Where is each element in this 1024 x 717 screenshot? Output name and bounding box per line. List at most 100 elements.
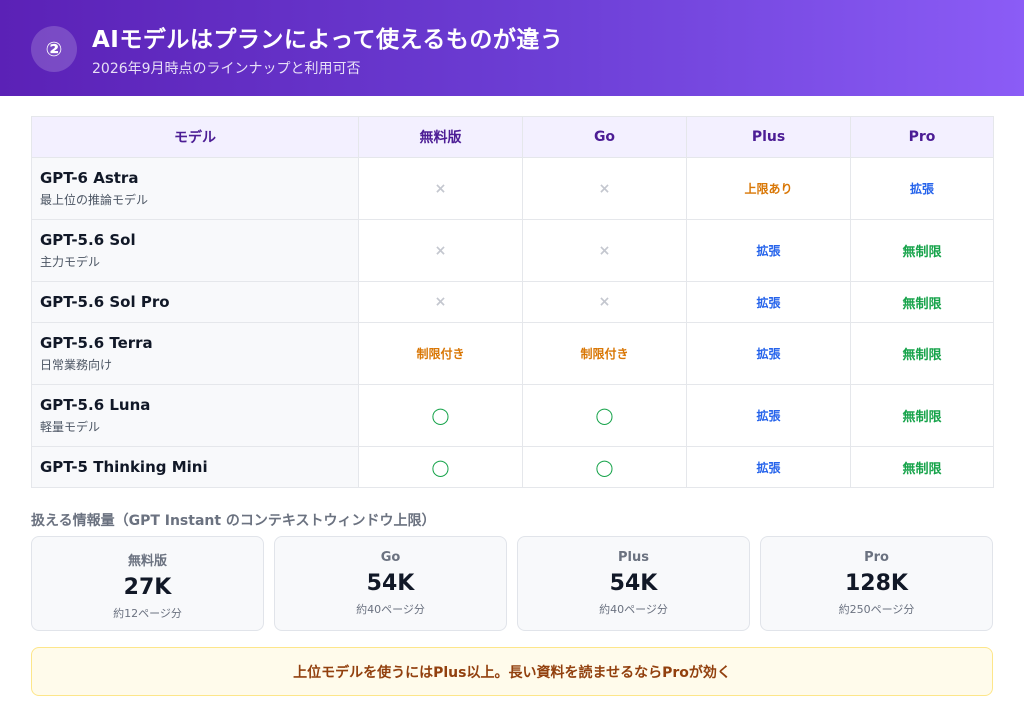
table-row: GPT-5.6 Luna 軽量モデル ◯ ◯ 拡張 無制限 <box>31 384 994 447</box>
context-window-section-label: 扱える情報量（GPT Instant のコンテキストウィンドウ上限） <box>31 513 436 529</box>
card-plan-name: 無料版 <box>127 554 167 569</box>
status-available-icon: ◯ <box>431 457 450 477</box>
column-header-free: 無料版 <box>358 116 523 158</box>
model-name: GPT-5.6 Luna <box>40 396 151 414</box>
model-description: 軽量モデル <box>40 420 101 434</box>
card-page-estimate: 約40ページ分 <box>356 603 425 616</box>
page-subtitle: 2026年9月時点のラインナップと利用可否 <box>92 61 361 77</box>
summary-notice: 上位モデルを使うにはPlus以上。長い資料を読ませるならProが効く <box>31 647 993 696</box>
status-extended: 拡張 <box>756 347 781 361</box>
table-header-row: モデル 無料版 Go Plus Pro <box>31 116 994 158</box>
availability-cell-free: ◯ <box>358 446 523 488</box>
status-available-icon: ◯ <box>595 406 614 425</box>
status-extended: 拡張 <box>909 182 934 196</box>
model-cell: GPT-5 Thinking Mini <box>31 446 359 488</box>
status-limited: 制限付き <box>580 347 629 361</box>
context-card-go: Go 54K 約40ページ分 <box>274 536 507 631</box>
availability-cell-pro: 無制限 <box>850 322 994 385</box>
context-card-free: 無料版 27K 約12ページ分 <box>31 536 264 631</box>
model-cell: GPT-5.6 Sol 主力モデル <box>31 219 359 282</box>
availability-cell-go: ◯ <box>522 446 687 488</box>
status-unlimited: 無制限 <box>902 245 942 260</box>
availability-cell-pro: 無制限 <box>850 384 994 447</box>
availability-cell-go: × <box>522 157 687 220</box>
availability-cell-pro: 無制限 <box>850 446 994 488</box>
header-banner: ② AIモデルはプランによって使えるものが違う 2026年9月時点のラインナップ… <box>0 0 1024 96</box>
card-plan-name: Plus <box>618 550 649 565</box>
status-unlimited: 無制限 <box>902 461 942 477</box>
availability-cell-free: × <box>358 157 523 220</box>
availability-cell-go: ◯ <box>522 384 687 447</box>
card-token-value: 27K <box>123 575 172 600</box>
table-row: GPT-5 Thinking Mini ◯ ◯ 拡張 無制限 <box>31 446 994 488</box>
availability-cell-free: 制限付き <box>358 322 523 385</box>
availability-cell-plus: 拡張 <box>686 281 851 323</box>
availability-cell-free: ◯ <box>358 384 523 447</box>
status-unlimited: 無制限 <box>902 410 942 425</box>
model-cell: GPT-5.6 Luna 軽量モデル <box>31 384 359 447</box>
step-number-badge: ② <box>31 26 77 72</box>
status-extended: 拡張 <box>756 409 781 423</box>
status-unavailable: × <box>598 180 611 197</box>
table-row: GPT-5.6 Terra 日常業務向け 制限付き 制限付き 拡張 無制限 <box>31 322 994 385</box>
model-cell: GPT-6 Astra 最上位の推論モデル <box>31 157 359 220</box>
model-name: GPT-5.6 Sol Pro <box>40 293 170 311</box>
context-card-pro: Pro 128K 約250ページ分 <box>760 536 993 631</box>
card-page-estimate: 約40ページ分 <box>599 603 668 616</box>
status-extended: 拡張 <box>756 244 781 258</box>
model-name: GPT-6 Astra <box>40 169 139 187</box>
status-unlimited: 無制限 <box>902 296 942 312</box>
card-token-value: 54K <box>609 571 658 596</box>
card-token-value: 128K <box>845 571 908 596</box>
model-name: GPT-5.6 Sol <box>40 231 136 249</box>
availability-cell-pro: 無制限 <box>850 281 994 323</box>
status-unavailable: × <box>598 242 611 259</box>
availability-cell-free: × <box>358 219 523 282</box>
status-available-icon: ◯ <box>431 406 450 425</box>
model-cell: GPT-5.6 Sol Pro <box>31 281 359 323</box>
availability-cell-pro: 拡張 <box>850 157 994 220</box>
card-token-value: 54K <box>366 571 415 596</box>
column-header-pro: Pro <box>850 116 994 158</box>
context-card-plus: Plus 54K 約40ページ分 <box>517 536 750 631</box>
status-unavailable: × <box>434 242 447 259</box>
availability-cell-plus: 拡張 <box>686 446 851 488</box>
status-available-icon: ◯ <box>595 457 614 477</box>
column-header-model: モデル <box>31 116 359 158</box>
model-description: 主力モデル <box>40 255 101 269</box>
availability-cell-plus: 上限あり <box>686 157 851 220</box>
availability-cell-free: × <box>358 281 523 323</box>
status-unavailable: × <box>434 294 447 310</box>
model-name: GPT-5 Thinking Mini <box>40 458 208 476</box>
model-name: GPT-5.6 Terra <box>40 334 153 352</box>
availability-cell-plus: 拡張 <box>686 322 851 385</box>
model-description: 日常業務向け <box>40 358 113 372</box>
model-cell: GPT-5.6 Terra 日常業務向け <box>31 322 359 385</box>
status-unavailable: × <box>434 180 447 197</box>
column-header-go: Go <box>522 116 687 158</box>
table-row: GPT-6 Astra 最上位の推論モデル × × 上限あり 拡張 <box>31 157 994 220</box>
page-title: AIモデルはプランによって使えるものが違う <box>92 27 564 53</box>
context-window-cards: 無料版 27K 約12ページ分 Go 54K 約40ページ分 Plus 54K … <box>31 536 993 631</box>
table-row: GPT-5.6 Sol 主力モデル × × 拡張 無制限 <box>31 219 994 282</box>
availability-cell-plus: 拡張 <box>686 384 851 447</box>
card-page-estimate: 約250ページ分 <box>838 603 915 616</box>
availability-cell-go: × <box>522 281 687 323</box>
status-extended: 拡張 <box>756 295 781 310</box>
status-limited: 上限あり <box>744 182 793 196</box>
status-limited: 制限付き <box>416 347 465 361</box>
availability-cell-pro: 無制限 <box>850 219 994 282</box>
model-description: 最上位の推論モデル <box>40 193 149 207</box>
availability-cell-go: 制限付き <box>522 322 687 385</box>
card-page-estimate: 約12ページ分 <box>113 607 182 620</box>
card-plan-name: Go <box>380 550 401 565</box>
availability-cell-go: × <box>522 219 687 282</box>
column-header-plus: Plus <box>686 116 851 158</box>
status-unavailable: × <box>598 294 611 310</box>
card-plan-name: Pro <box>864 550 889 565</box>
status-unlimited: 無制限 <box>902 348 942 363</box>
model-availability-table: モデル 無料版 Go Plus Pro GPT-6 Astra 最上位の推論モデ… <box>31 116 994 488</box>
availability-cell-plus: 拡張 <box>686 219 851 282</box>
model-availability-table-container: モデル 無料版 Go Plus Pro GPT-6 Astra 最上位の推論モデ… <box>31 116 994 488</box>
status-extended: 拡張 <box>756 460 781 475</box>
